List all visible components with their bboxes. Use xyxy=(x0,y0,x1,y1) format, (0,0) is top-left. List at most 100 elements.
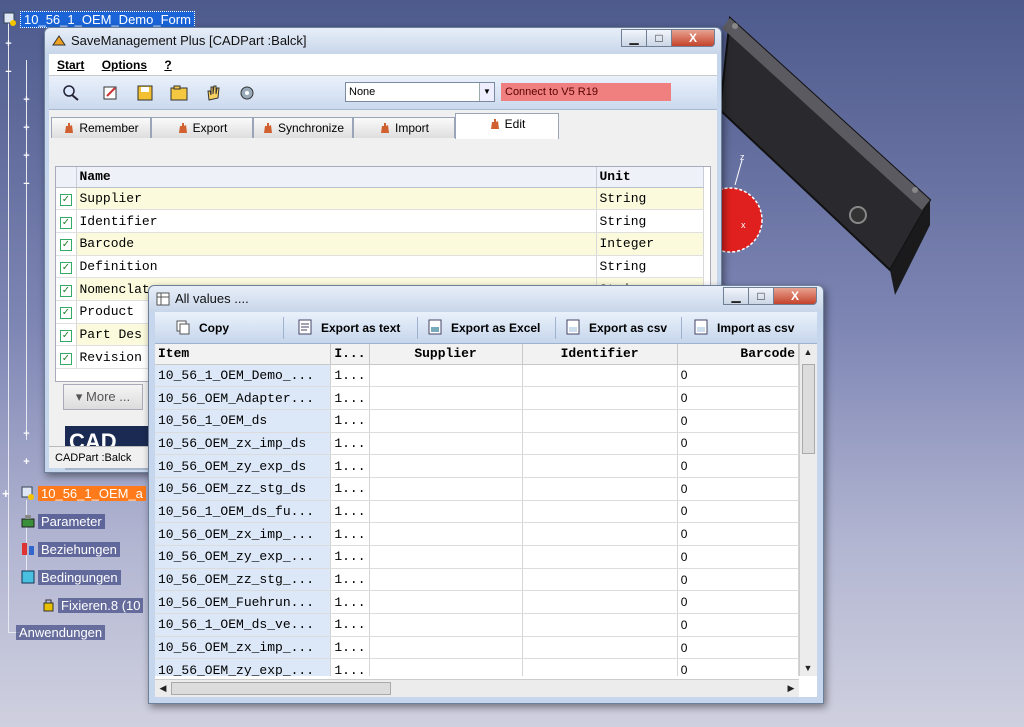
profile-combo[interactable]: None ▼ xyxy=(345,82,495,102)
grid-header-unit[interactable]: Unit xyxy=(596,167,704,188)
tab-export[interactable]: Export xyxy=(151,117,253,138)
row-checkbox[interactable]: ✓ xyxy=(59,261,72,274)
cell-identifier[interactable] xyxy=(522,432,678,456)
cell-barcode[interactable]: 0 xyxy=(677,409,799,433)
cell-item[interactable]: 10_56_OEM_zy_exp_... xyxy=(155,658,332,676)
table-row[interactable]: 10_56_1_OEM_Demo_... 1... 0 xyxy=(155,364,799,388)
cell-identifier[interactable] xyxy=(522,658,678,676)
table-row[interactable]: ✓ Definition String xyxy=(56,255,704,279)
export-text-button[interactable]: Export as text xyxy=(297,319,400,337)
cell-item[interactable]: 10_56_OEM_zz_stg_... xyxy=(155,568,332,592)
values-header-supplier[interactable]: Supplier xyxy=(369,344,523,365)
cell-barcode[interactable]: 0 xyxy=(677,568,799,592)
search-icon[interactable] xyxy=(61,84,81,102)
table-row[interactable]: 10_56_OEM_Adapter... 1... 0 xyxy=(155,386,799,410)
table-row[interactable]: ✓ Identifier String xyxy=(56,209,704,233)
cell-i[interactable]: 1... xyxy=(330,386,370,410)
cell-supplier[interactable] xyxy=(369,590,523,615)
cell-item[interactable]: 10_56_OEM_zx_imp_... xyxy=(155,636,332,660)
menu-help[interactable]: ? xyxy=(164,58,171,72)
savemanagement-titlebar[interactable]: SaveManagement Plus [CADPart :Balck] ▁ □… xyxy=(45,28,721,54)
allvalues-titlebar[interactable]: All values .... ▁ □ X xyxy=(149,286,823,312)
horizontal-scrollbar[interactable]: ◀ ▶ xyxy=(155,679,799,697)
table-row[interactable]: 10_56_1_OEM_ds 1... 0 xyxy=(155,409,799,433)
cell-i[interactable]: 1... xyxy=(330,500,370,524)
cell-identifier[interactable] xyxy=(522,522,678,546)
menu-options[interactable]: Options xyxy=(102,58,147,72)
maximize-button[interactable]: □ xyxy=(748,287,774,305)
cell-identifier[interactable] xyxy=(522,590,678,615)
tree-node-constraints[interactable]: Bedingungen xyxy=(20,568,121,588)
cell-i[interactable]: 1... xyxy=(330,409,370,433)
minimize-button[interactable]: ▁ xyxy=(621,29,647,47)
copy-button[interactable]: Copy xyxy=(175,319,229,337)
table-row[interactable]: 10_56_OEM_Fuehrun... 1... 0 xyxy=(155,590,799,615)
tree-collapse-icon[interactable]: − xyxy=(22,179,31,190)
cell-supplier[interactable] xyxy=(369,613,523,637)
grid-header-name[interactable]: Name xyxy=(76,167,597,188)
table-row[interactable]: 10_56_OEM_zy_exp_ds 1... 0 xyxy=(155,454,799,478)
cell-i[interactable]: 1... xyxy=(330,568,370,592)
cell-item[interactable]: 10_56_OEM_zx_imp_ds xyxy=(155,432,332,456)
connect-status[interactable]: Connect to V5 R19 xyxy=(501,83,671,101)
cell-identifier[interactable] xyxy=(522,454,678,478)
values-header-identifier[interactable]: Identifier xyxy=(522,344,678,365)
cell-i[interactable]: 1... xyxy=(330,545,370,569)
cell-identifier[interactable] xyxy=(522,613,678,637)
cell-i[interactable]: 1... xyxy=(330,658,370,676)
cell-barcode[interactable]: 0 xyxy=(677,545,799,569)
row-checkbox[interactable]: ✓ xyxy=(59,216,72,229)
tree-node-adapter[interactable]: +10_56_1_OEM_a xyxy=(2,484,146,504)
scroll-left-icon[interactable]: ◀ xyxy=(155,680,171,696)
cell-identifier[interactable] xyxy=(522,545,678,569)
cell-item[interactable]: 10_56_OEM_zy_exp_... xyxy=(155,545,332,569)
cell-i[interactable]: 1... xyxy=(330,454,370,478)
table-row[interactable]: 10_56_OEM_zx_imp_ds 1... 0 xyxy=(155,432,799,456)
row-checkbox[interactable]: ✓ xyxy=(59,284,72,297)
cell-item[interactable]: 10_56_OEM_zx_imp_... xyxy=(155,522,332,546)
cell-identifier[interactable] xyxy=(522,636,678,660)
scroll-down-icon[interactable]: ▼ xyxy=(800,660,816,676)
tab-remember[interactable]: Remember xyxy=(51,117,151,138)
cell-barcode[interactable]: 0 xyxy=(677,432,799,456)
tree-expand-icon[interactable]: + xyxy=(22,429,31,440)
close-button[interactable]: X xyxy=(671,29,715,47)
tree-collapse-icon[interactable]: − xyxy=(4,67,13,78)
cell-i[interactable]: 1... xyxy=(330,477,370,501)
cell-supplier[interactable] xyxy=(369,364,523,388)
cell-i[interactable]: 1... xyxy=(330,590,370,615)
row-checkbox[interactable]: ✓ xyxy=(59,352,72,365)
table-row[interactable]: 10_56_1_OEM_ds_ve... 1... 0 xyxy=(155,613,799,637)
export-excel-button[interactable]: Export as Excel xyxy=(427,319,540,337)
vertical-scrollbar[interactable]: ▲ ▼ xyxy=(799,344,817,676)
cell-i[interactable]: 1... xyxy=(330,432,370,456)
values-grid[interactable]: Item I... Supplier Identifier Barcode 10… xyxy=(155,344,799,676)
tree-expand-icon[interactable]: + xyxy=(4,39,13,50)
table-row[interactable]: 10_56_OEM_zz_stg_ds 1... 0 xyxy=(155,477,799,501)
tab-import[interactable]: Import xyxy=(353,117,455,138)
cell-barcode[interactable]: 0 xyxy=(677,454,799,478)
cell-identifier[interactable] xyxy=(522,477,678,501)
tab-synchronize[interactable]: Synchronize xyxy=(253,117,353,138)
values-header-barcode[interactable]: Barcode xyxy=(677,344,799,365)
tree-expand-icon[interactable]: + xyxy=(22,457,31,468)
cell-supplier[interactable] xyxy=(369,454,523,478)
cell-item[interactable]: 10_56_1_OEM_ds xyxy=(155,409,332,433)
table-row[interactable]: ✓ Barcode Integer xyxy=(56,232,704,256)
import-csv-button[interactable]: Import as csv xyxy=(693,319,794,337)
cell-barcode[interactable]: 0 xyxy=(677,590,799,615)
export-csv-button[interactable]: Export as csv xyxy=(565,319,667,337)
table-row[interactable]: ✓ Supplier String xyxy=(56,187,704,211)
tab-edit[interactable]: Edit xyxy=(455,113,559,139)
tree-expand-icon[interactable]: + xyxy=(22,123,31,134)
scroll-up-icon[interactable]: ▲ xyxy=(800,344,816,360)
tree-node-fix[interactable]: Fixieren.8 (10 xyxy=(40,596,144,616)
cell-supplier[interactable] xyxy=(369,568,523,592)
table-row[interactable]: 10_56_OEM_zz_stg_... 1... 0 xyxy=(155,568,799,592)
cell-i[interactable]: 1... xyxy=(330,364,370,388)
row-checkbox[interactable]: ✓ xyxy=(59,239,72,252)
hand-icon[interactable] xyxy=(203,84,223,102)
cell-identifier[interactable] xyxy=(522,568,678,592)
cell-supplier[interactable] xyxy=(369,386,523,410)
cell-identifier[interactable] xyxy=(522,409,678,433)
